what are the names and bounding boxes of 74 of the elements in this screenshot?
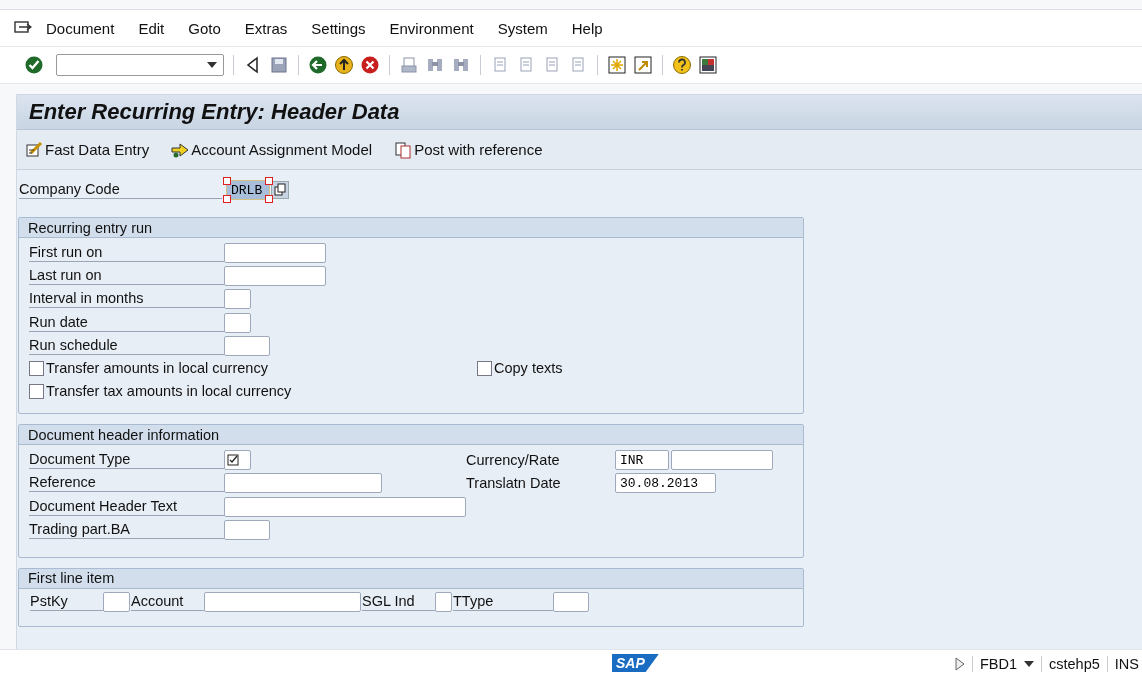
field-label: Run schedule <box>29 336 224 355</box>
field-label: Last run on <box>29 266 224 285</box>
copy-document-icon <box>394 140 413 159</box>
field-label: Run date <box>29 313 224 332</box>
toolbar-button[interactable]: Post with reference <box>392 138 545 161</box>
copy-icon[interactable] <box>271 181 289 199</box>
input-field[interactable] <box>224 496 466 517</box>
input-field[interactable] <box>224 520 270 540</box>
menu-item[interactable]: Document <box>46 19 115 37</box>
arrow-model-icon <box>171 140 190 159</box>
cancel-icon[interactable] <box>360 55 380 75</box>
exit-icon[interactable] <box>334 55 354 75</box>
save-icon[interactable] <box>269 55 289 75</box>
back-icon[interactable] <box>308 55 328 75</box>
selection-handle[interactable] <box>223 195 231 203</box>
group-title: Recurring entry run <box>28 219 153 236</box>
input-field[interactable] <box>224 265 326 286</box>
exchange-rate-field[interactable] <box>671 450 773 471</box>
transaction-code[interactable]: FBD1 <box>979 655 1018 672</box>
field-label: Document Header Text <box>29 497 224 516</box>
selection-handle[interactable] <box>223 177 231 185</box>
field-label: Trading part.BA <box>29 521 224 539</box>
checkbox[interactable]: Transfer tax amounts in local currency <box>29 381 477 402</box>
field-label: First run on <box>29 243 224 262</box>
field-label: Reference <box>29 474 224 493</box>
toolbar-button[interactable]: Fast Data Entry <box>23 138 152 161</box>
field-label: Document Type <box>29 451 224 470</box>
screen-title: Enter Recurring Entry: Header Data <box>29 99 400 125</box>
menu-item[interactable]: Help <box>571 19 603 37</box>
selection-handle[interactable] <box>265 195 273 203</box>
input-field[interactable] <box>204 591 361 612</box>
input-field[interactable] <box>224 335 270 356</box>
layout-icon[interactable] <box>698 55 718 75</box>
required-checkmark-icon <box>227 454 239 467</box>
menu-icon[interactable] <box>14 21 32 35</box>
checkbox[interactable]: Transfer amounts in local currency <box>29 358 477 379</box>
field-label: Interval in months <box>29 290 224 309</box>
field-label: Company Code <box>19 181 222 199</box>
sap-logo: SAP <box>612 654 659 672</box>
triangle-icon[interactable] <box>954 656 965 671</box>
pencil-form-icon <box>25 140 43 159</box>
group-title: First line item <box>28 570 115 587</box>
menu-item[interactable]: Settings <box>311 19 366 37</box>
command-field[interactable] <box>56 54 224 76</box>
checkbox[interactable]: Copy texts <box>477 358 803 379</box>
menu-item[interactable]: Edit <box>138 19 165 37</box>
menu-item[interactable]: Extras <box>244 19 288 37</box>
menu-item[interactable]: System <box>497 19 548 37</box>
help-icon[interactable] <box>672 55 692 75</box>
input-field[interactable] <box>553 591 589 612</box>
dropdown-caret-icon[interactable] <box>1024 660 1035 667</box>
selection-handle[interactable] <box>265 177 273 185</box>
input-field[interactable] <box>435 591 452 612</box>
date-field[interactable]: 30.08.2013 <box>615 473 716 494</box>
insert-mode: INS <box>1114 655 1139 672</box>
field-label: Translatn Date <box>466 475 562 492</box>
new-session-icon[interactable] <box>607 55 627 75</box>
input-field[interactable] <box>224 242 326 263</box>
print-icon[interactable] <box>399 55 419 75</box>
dropdown-caret-icon[interactable] <box>207 62 217 68</box>
input-field[interactable] <box>224 473 382 494</box>
group-title: Document header information <box>28 427 220 443</box>
server-name: cstehp5 <box>1049 655 1100 672</box>
menu-item[interactable]: Environment <box>389 19 474 37</box>
enter-check-icon[interactable] <box>24 55 44 75</box>
field-label: Currency/Rate <box>466 452 561 469</box>
input-field[interactable] <box>103 591 130 612</box>
currency-field[interactable]: INR <box>615 450 669 471</box>
input-field[interactable] <box>224 289 251 310</box>
input-field[interactable] <box>224 312 251 333</box>
menu-item[interactable]: Goto <box>188 19 221 37</box>
shortcut-icon[interactable] <box>633 55 653 75</box>
required-input-field[interactable] <box>224 450 251 471</box>
toolbar-button[interactable]: Account Assignment Model <box>169 138 375 161</box>
